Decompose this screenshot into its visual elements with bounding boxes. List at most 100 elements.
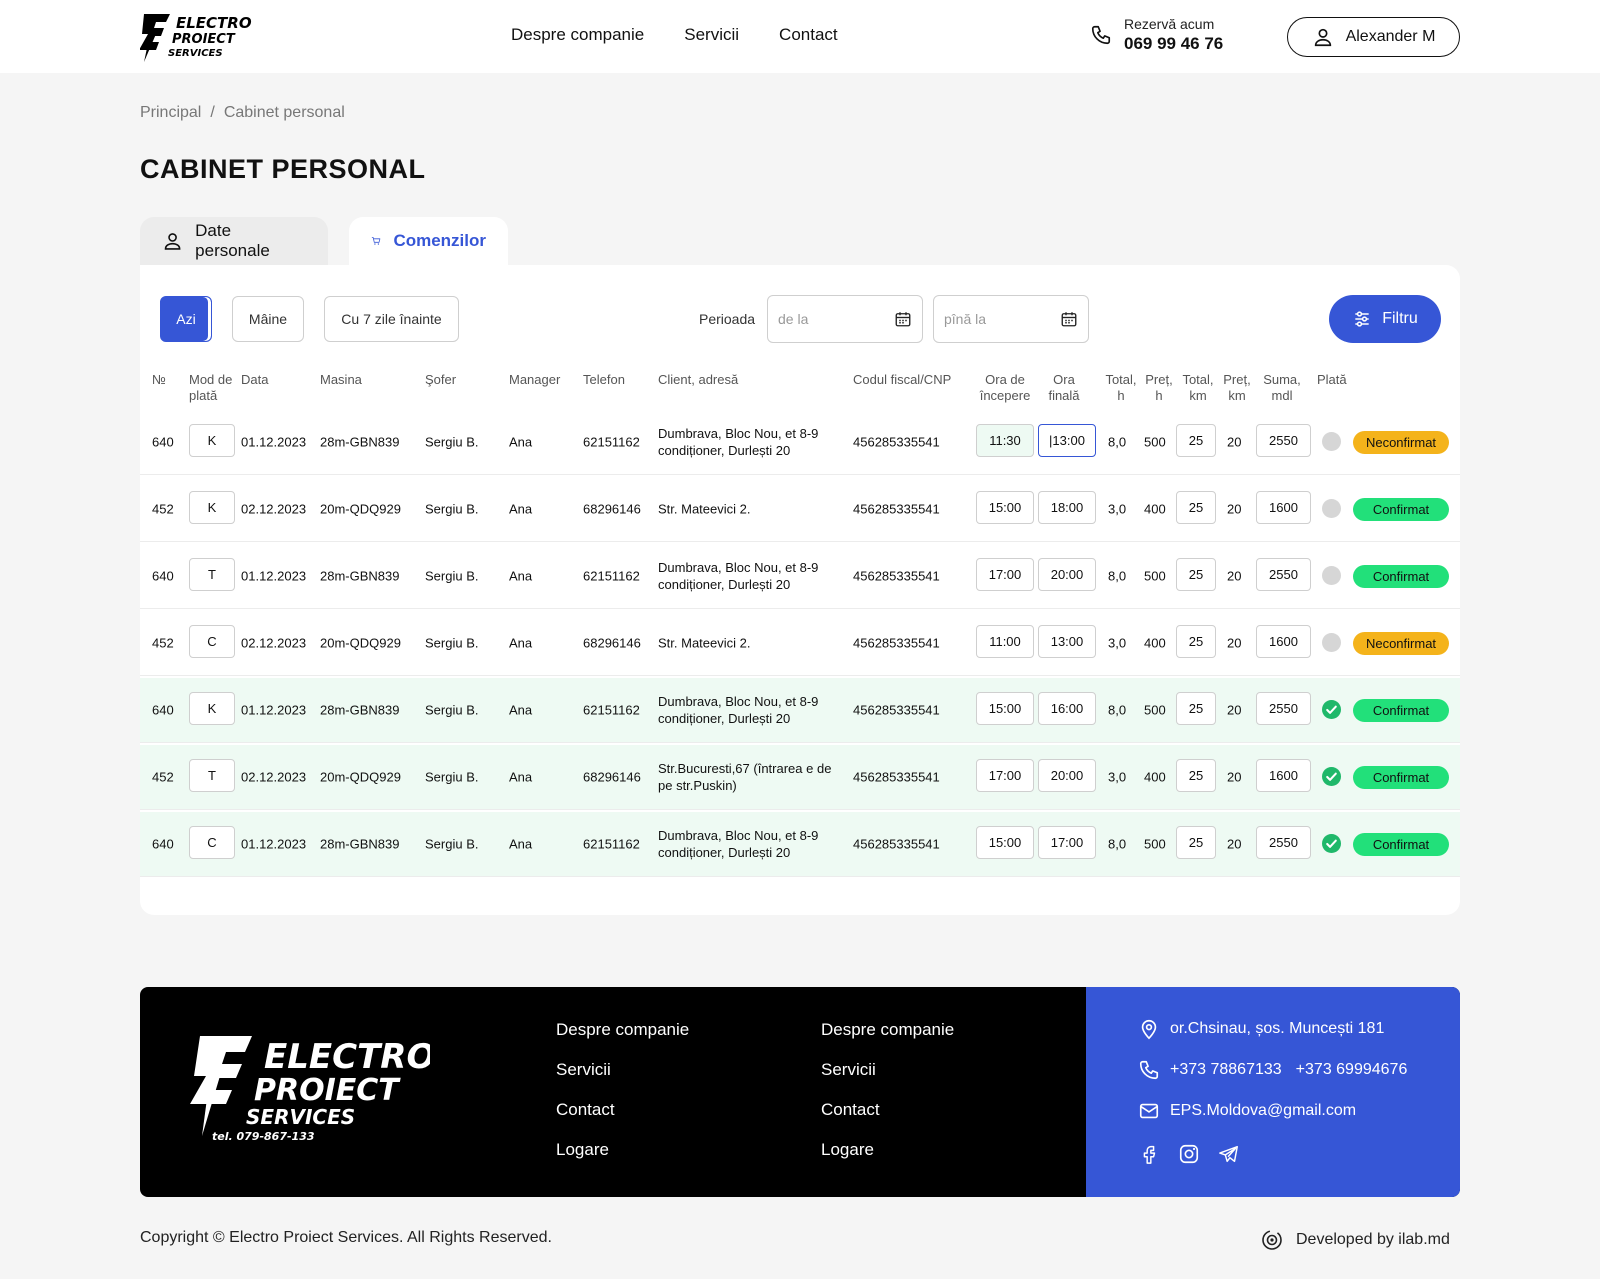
end-time-field[interactable]: 18:00 — [1038, 491, 1096, 524]
end-time-field[interactable]: 16:00 — [1038, 692, 1096, 725]
status-badge[interactable]: Confirmat — [1353, 833, 1449, 856]
payment-mode-field[interactable]: C — [189, 625, 235, 658]
phone-1[interactable]: +373 78867133 — [1170, 1061, 1282, 1079]
sum-field[interactable]: 2550 — [1256, 558, 1311, 591]
status-badge[interactable]: Confirmat — [1353, 565, 1449, 588]
user-account-button[interactable]: Alexander M — [1287, 17, 1460, 57]
unpaid-dot-icon[interactable] — [1322, 499, 1341, 518]
total-km-field[interactable]: 25 — [1176, 625, 1216, 658]
total-km-field[interactable]: 25 — [1176, 692, 1216, 725]
phone-2[interactable]: +373 69994676 — [1296, 1061, 1408, 1079]
calendar-icon[interactable] — [1060, 310, 1078, 328]
total-km-field[interactable]: 25 — [1176, 558, 1216, 591]
instagram-icon[interactable] — [1178, 1143, 1200, 1165]
col-car: Masina — [320, 372, 362, 387]
order-date: 01.12.2023 — [241, 836, 307, 852]
payment-mode-field[interactable]: K — [189, 424, 235, 457]
sum-field[interactable]: 1600 — [1256, 625, 1311, 658]
payment-mode-field[interactable]: K — [189, 491, 235, 524]
nav-about[interactable]: Despre companie — [511, 25, 644, 45]
sum-field[interactable]: 2550 — [1256, 826, 1311, 859]
manager-name: Ana — [509, 568, 533, 584]
date-to-field[interactable]: pînă la — [933, 295, 1089, 343]
tab-personal-data[interactable]: Date personale — [140, 217, 328, 265]
paid-check-icon[interactable] — [1322, 834, 1341, 853]
end-time-field[interactable]: 20:00 — [1038, 759, 1096, 792]
unpaid-dot-icon[interactable] — [1322, 432, 1341, 451]
total-km-field[interactable]: 25 — [1176, 491, 1216, 524]
social-links — [1138, 1143, 1240, 1165]
breadcrumb-home[interactable]: Principal — [140, 104, 201, 121]
status-badge[interactable]: Confirmat — [1353, 498, 1449, 521]
developer-credit[interactable]: Developed by ilab.md — [1260, 1228, 1450, 1252]
end-time-field[interactable]: 17:00 — [1038, 826, 1096, 859]
footer-link[interactable]: Contact — [821, 1100, 954, 1119]
calendar-icon[interactable] — [894, 310, 912, 328]
unpaid-dot-icon[interactable] — [1322, 566, 1341, 585]
price-per-km: 20 — [1227, 836, 1242, 852]
email-text[interactable]: EPS.Moldova@gmail.com — [1170, 1102, 1356, 1120]
col-sum: Suma, mdl — [1263, 372, 1301, 403]
start-time-field[interactable]: 11:00 — [976, 625, 1034, 658]
footer-link[interactable]: Contact — [556, 1100, 689, 1119]
end-time-field[interactable]: 13:00 — [1038, 625, 1096, 658]
company-logo[interactable]: ELECTRO PROIECT SERVICES — [140, 12, 260, 62]
start-time-field[interactable]: 15:00 — [976, 491, 1034, 524]
total-hours: 8,0 — [1108, 836, 1127, 852]
facebook-icon[interactable] — [1138, 1143, 1160, 1165]
order-number: 452 — [152, 501, 174, 517]
end-time-field[interactable]: 20:00 — [1038, 558, 1096, 591]
car-plate: 28m-GBN839 — [320, 568, 400, 584]
start-time-field[interactable]: 15:00 — [976, 692, 1034, 725]
sum-field[interactable]: 2550 — [1256, 424, 1311, 457]
paid-check-icon[interactable] — [1322, 767, 1341, 786]
footer-link[interactable]: Despre companie — [821, 1020, 954, 1039]
status-badge[interactable]: Confirmat — [1353, 766, 1449, 789]
start-time-field[interactable]: 15:00 — [976, 826, 1034, 859]
car-plate: 20m-QDQ929 — [320, 635, 401, 651]
col-nr: № — [152, 372, 166, 387]
start-time-field[interactable]: 17:00 — [976, 558, 1034, 591]
sum-field[interactable]: 2550 — [1256, 692, 1311, 725]
total-km-field[interactable]: 25 — [1176, 424, 1216, 457]
total-hours: 8,0 — [1108, 568, 1127, 584]
breadcrumb-separator: / — [210, 104, 215, 121]
filter-button[interactable]: Filtru — [1329, 295, 1441, 343]
payment-mode-field[interactable]: T — [189, 558, 235, 591]
date-from-field[interactable]: de la — [767, 295, 923, 343]
payment-mode-field[interactable]: T — [189, 759, 235, 792]
book-label: Rezervă acum — [1124, 16, 1215, 32]
status-badge[interactable]: Neconfirmat — [1353, 632, 1449, 655]
order-number: 640 — [152, 702, 174, 718]
end-time-field[interactable]: |13:00 — [1038, 424, 1096, 457]
paid-check-icon[interactable] — [1322, 700, 1341, 719]
payment-mode-field[interactable]: K — [189, 692, 235, 725]
book-phone[interactable]: 069 99 46 76 — [1124, 34, 1223, 54]
footer-link[interactable]: Despre companie — [556, 1020, 689, 1039]
filter-today-button[interactable]: Azi — [160, 296, 212, 342]
footer-link[interactable]: Logare — [821, 1140, 954, 1159]
footer-link[interactable]: Servicii — [821, 1060, 954, 1079]
book-now[interactable]: Rezervă acum 069 99 46 76 — [1090, 16, 1223, 54]
tab-orders[interactable]: Comenzilor — [349, 217, 508, 265]
cart-icon — [371, 237, 381, 245]
start-time-field[interactable]: 17:00 — [976, 759, 1034, 792]
sum-field[interactable]: 1600 — [1256, 491, 1311, 524]
sum-field[interactable]: 1600 — [1256, 759, 1311, 792]
start-time-field[interactable]: 11:30 — [976, 424, 1034, 457]
footer-link[interactable]: Logare — [556, 1140, 689, 1159]
nav-contact[interactable]: Contact — [779, 25, 838, 45]
unpaid-dot-icon[interactable] — [1322, 633, 1341, 652]
status-badge[interactable]: Neconfirmat — [1353, 431, 1449, 454]
payment-mode-field[interactable]: C — [189, 826, 235, 859]
col-total-km: Total, km — [1182, 372, 1214, 403]
filter-week-before-button[interactable]: Cu 7 zile înainte — [324, 296, 459, 342]
total-km-field[interactable]: 25 — [1176, 759, 1216, 792]
filter-tomorrow-button[interactable]: Mâine — [232, 296, 304, 342]
nav-services[interactable]: Servicii — [684, 25, 739, 45]
footer-link[interactable]: Servicii — [556, 1060, 689, 1079]
total-km-field[interactable]: 25 — [1176, 826, 1216, 859]
footer-logo[interactable]: ELECTRO PROIECT SERVICES tel. 079-867-13… — [190, 1032, 430, 1142]
telegram-icon[interactable] — [1218, 1143, 1240, 1165]
status-badge[interactable]: Confirmat — [1353, 699, 1449, 722]
